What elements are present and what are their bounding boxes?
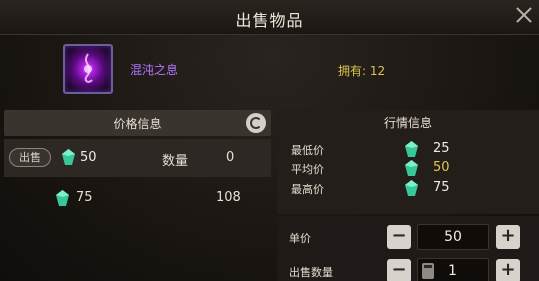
- sell-qty-value: 1: [448, 263, 457, 279]
- price-info-title: 价格信息: [113, 117, 162, 131]
- gem-icon: [405, 160, 418, 176]
- owned-count: 拥有: 12: [338, 64, 386, 78]
- min-price-value: 25: [433, 141, 450, 156]
- window-title: 出售物品: [235, 11, 304, 30]
- gem-icon: [405, 180, 418, 196]
- max-price-value: 75: [433, 180, 450, 195]
- unit-price-label: 单价: [289, 232, 311, 245]
- unit-price-increase-button[interactable]: +: [496, 225, 520, 249]
- market-info-panel: 行情信息 最低价 25 平均价 50 最高价 75: [277, 110, 539, 214]
- gem-icon: [62, 149, 75, 165]
- avg-price-label: 平均价: [291, 163, 324, 176]
- market-info-title: 行情信息: [383, 116, 432, 130]
- quantity-label: 数量: [162, 154, 189, 169]
- listing-price: 75: [76, 190, 93, 205]
- sell-tag: 出售: [9, 148, 51, 167]
- item-icon: [63, 44, 113, 94]
- header: 出售物品: [0, 0, 539, 35]
- price-info-header: 价格信息: [4, 110, 271, 136]
- my-listing-row[interactable]: 出售 50 数量 0: [4, 139, 271, 177]
- sell-item-panel: 出售物品 混沌之息 拥有: 12 价格信息 出售 50 数量 0 75 108 …: [0, 0, 539, 281]
- listing-qty: 108: [216, 190, 241, 205]
- gem-icon: [56, 190, 69, 206]
- sell-qty-input[interactable]: 1: [417, 258, 489, 281]
- avg-price-value: 50: [433, 160, 450, 175]
- item-name: 混沌之息: [130, 63, 179, 77]
- sell-qty-increase-button[interactable]: +: [496, 259, 520, 281]
- my-listing-price: 50: [80, 150, 97, 165]
- max-price-label: 最高价: [291, 183, 324, 196]
- close-icon[interactable]: [511, 3, 537, 29]
- gem-icon: [405, 141, 418, 157]
- unit-price-decrease-button[interactable]: −: [387, 225, 411, 249]
- listing-row[interactable]: 75 108: [4, 180, 271, 218]
- sell-qty-label: 出售数量: [289, 266, 333, 279]
- min-price-label: 最低价: [291, 144, 324, 157]
- my-listing-qty: 0: [226, 150, 235, 165]
- sell-controls: 单价 − 50 + 出售数量 − 1 +: [277, 216, 539, 281]
- refresh-icon[interactable]: [246, 113, 266, 133]
- unit-price-input[interactable]: 50: [417, 224, 489, 250]
- calculator-icon[interactable]: [422, 263, 434, 279]
- sell-qty-decrease-button[interactable]: −: [387, 259, 411, 281]
